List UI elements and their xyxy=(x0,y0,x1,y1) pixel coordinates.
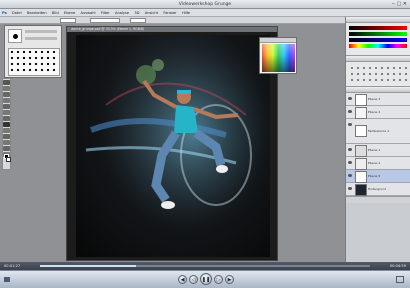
green-slider[interactable] xyxy=(349,32,407,36)
window-title-bar: Videowerkshop Grunge ‒ ▢ ✕ xyxy=(0,0,410,9)
app-logo: Ps xyxy=(2,11,7,15)
right-panels: Ebene 3 Ebene 2 Farbbalance 1 Ebene 1 Eb… xyxy=(345,17,410,262)
menu-item-image[interactable]: Bild xyxy=(50,9,61,17)
previous-button[interactable]: ◁ xyxy=(189,275,198,284)
swatches-panel xyxy=(259,37,297,74)
eye-icon[interactable] xyxy=(348,97,352,100)
brush-preset-grid[interactable] xyxy=(8,48,60,76)
time-elapsed: 00:01:27 xyxy=(4,264,21,268)
stamp-tool-icon[interactable] xyxy=(3,128,10,133)
layer-thumbnail xyxy=(355,171,367,183)
layer-name: Ebene 4 xyxy=(368,161,381,165)
marquee-tool-icon[interactable] xyxy=(3,86,10,91)
dancer-artwork xyxy=(76,35,270,257)
wand-tool-icon[interactable] xyxy=(3,98,10,103)
fast-forward-button[interactable]: ▶ xyxy=(225,275,234,284)
eye-icon[interactable] xyxy=(348,174,352,177)
color-panel xyxy=(346,17,410,56)
brush-tool-icon[interactable] xyxy=(3,122,10,127)
rewind-button[interactable]: ◀ xyxy=(178,275,187,284)
document-tab[interactable]: dance_grunge.psd @ 33,3% (Ebene 1, RGB/8… xyxy=(67,27,277,32)
seek-bar[interactable] xyxy=(40,265,370,267)
menu-item-view[interactable]: Ansicht xyxy=(143,9,160,17)
image-canvas[interactable] xyxy=(76,35,270,257)
layer-thumbnail xyxy=(355,125,367,137)
eye-icon[interactable] xyxy=(348,110,352,113)
window-controls[interactable]: ‒ ▢ ✕ xyxy=(392,1,407,8)
next-button[interactable]: ▷ xyxy=(214,275,223,284)
brush-size-field[interactable] xyxy=(60,18,76,23)
menu-item-filter[interactable]: Filter xyxy=(99,9,112,17)
pen-tool-icon[interactable] xyxy=(3,146,10,151)
lasso-tool-icon[interactable] xyxy=(3,92,10,97)
brush-preset-panel xyxy=(4,25,62,78)
layer-row[interactable]: Ebene 1 xyxy=(346,144,410,157)
brush-hardness-slider[interactable] xyxy=(25,37,57,40)
mode-select[interactable] xyxy=(90,18,120,23)
swatches-panel-header xyxy=(260,38,296,43)
move-tool-icon[interactable] xyxy=(3,80,10,85)
menu-item-edit[interactable]: Bearbeiten xyxy=(25,9,49,17)
eye-icon[interactable] xyxy=(348,123,352,126)
player-controls: ◀ ◁ ❚❚ ▷ ▶ xyxy=(0,270,410,288)
menu-item-file[interactable]: Datei xyxy=(10,9,24,17)
layers-panel-footer xyxy=(346,196,410,203)
layer-name: Ebene 2 xyxy=(368,110,381,114)
blue-slider[interactable] xyxy=(349,38,407,42)
layer-thumbnail xyxy=(355,145,367,157)
menu-item-layer[interactable]: Ebene xyxy=(62,9,77,17)
layer-name: Farbbalance 1 xyxy=(368,129,390,133)
volume-icon[interactable] xyxy=(4,277,10,282)
video-status-bar: 00:01:27 00:04:59 xyxy=(0,262,410,270)
layer-thumbnail xyxy=(355,107,367,119)
eyedropper-tool-icon[interactable] xyxy=(3,110,10,115)
adjustments-panel-header xyxy=(346,56,410,62)
brush-preview xyxy=(8,29,22,43)
layer-name: Hintergrund xyxy=(368,187,387,191)
eye-icon[interactable] xyxy=(348,148,352,151)
layer-thumbnail xyxy=(355,184,367,196)
crop-tool-icon[interactable] xyxy=(3,104,10,109)
eye-icon[interactable] xyxy=(348,187,352,190)
spectrum-bar[interactable] xyxy=(349,44,407,48)
menu-item-3d[interactable]: 3D xyxy=(132,9,141,17)
layer-thumbnail xyxy=(355,158,367,170)
fullscreen-icon[interactable] xyxy=(396,276,404,283)
layer-row[interactable]: Ebene 3 xyxy=(346,93,410,106)
window-title: Videowerkshop Grunge xyxy=(178,2,232,7)
opacity-field[interactable] xyxy=(130,18,146,23)
pause-button[interactable]: ❚❚ xyxy=(200,273,212,285)
tools-panel xyxy=(2,78,11,170)
red-slider[interactable] xyxy=(349,26,407,30)
heal-tool-icon[interactable] xyxy=(3,116,10,121)
layer-name: Ebene 3 xyxy=(368,97,381,101)
layer-row-selected[interactable]: Ebene 5 xyxy=(346,170,410,183)
time-total: 00:04:59 xyxy=(389,264,406,268)
layer-thumbnail xyxy=(355,94,367,106)
menu-item-window[interactable]: Fenster xyxy=(161,9,178,17)
layer-row[interactable]: Farbbalance 1 xyxy=(346,119,410,144)
seek-progress xyxy=(40,265,136,267)
layers-panel: Ebene 3 Ebene 2 Farbbalance 1 Ebene 1 Eb… xyxy=(346,87,410,203)
color-panel-header xyxy=(346,17,410,23)
gradient-tool-icon[interactable] xyxy=(3,140,10,145)
menu-bar: Ps Datei Bearbeiten Bild Ebene Auswahl F… xyxy=(0,9,410,17)
layer-row[interactable]: Ebene 2 xyxy=(346,106,410,119)
layer-row[interactable]: Hintergrund xyxy=(346,183,410,196)
background-color-swatch[interactable] xyxy=(6,157,11,162)
adjustment-icons[interactable] xyxy=(349,65,407,83)
layer-name: Ebene 5 xyxy=(368,174,381,178)
menu-item-select[interactable]: Auswahl xyxy=(78,9,97,17)
eye-icon[interactable] xyxy=(348,161,352,164)
brush-tip-icon xyxy=(13,34,18,39)
swatch-grid[interactable] xyxy=(262,44,295,72)
layer-row[interactable]: Ebene 4 xyxy=(346,157,410,170)
eraser-tool-icon[interactable] xyxy=(3,134,10,139)
menu-item-help[interactable]: Hilfe xyxy=(180,9,192,17)
adjustments-panel xyxy=(346,56,410,87)
document-window: dance_grunge.psd @ 33,3% (Ebene 1, RGB/8… xyxy=(66,26,278,261)
layer-name: Ebene 1 xyxy=(368,148,381,152)
brush-size-slider[interactable] xyxy=(25,30,57,33)
menu-item-analysis[interactable]: Analyse xyxy=(113,9,131,17)
